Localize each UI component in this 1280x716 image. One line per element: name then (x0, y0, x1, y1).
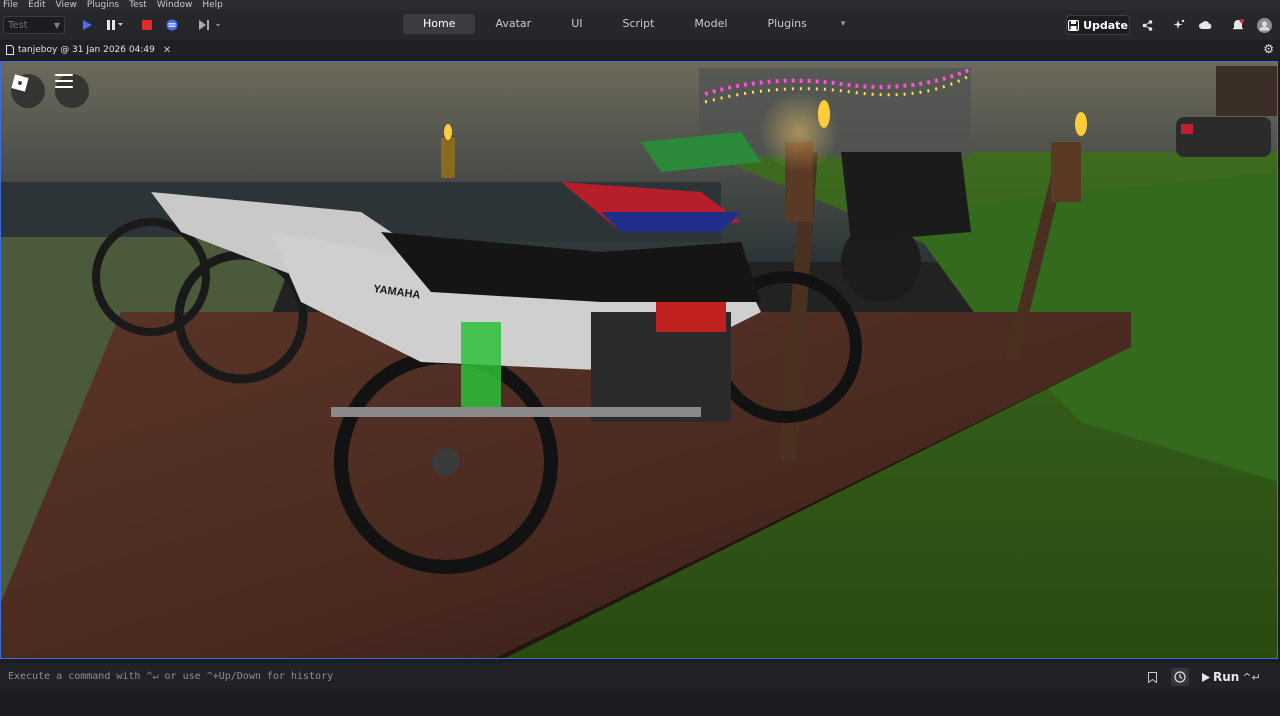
scene-render: YAMAHA (1, 62, 1277, 658)
play-button[interactable] (80, 17, 94, 33)
file-icon (6, 45, 14, 55)
command-bar: Run ^↵ (0, 663, 1280, 690)
command-input[interactable] (0, 663, 1136, 690)
tabs-more-icon[interactable]: ▾ (827, 14, 860, 34)
stop-icon (142, 20, 152, 30)
client-server-icon (166, 19, 178, 31)
history-icon (1174, 671, 1186, 683)
menu-edit[interactable]: Edit (25, 0, 52, 10)
pause-button[interactable] (104, 17, 126, 33)
cloud-icon (1198, 21, 1211, 29)
pause-icon (107, 20, 123, 30)
assistant-button[interactable] (1171, 17, 1187, 33)
menu-view[interactable]: View (53, 0, 84, 10)
stop-button[interactable] (140, 17, 154, 33)
save-icon (1068, 19, 1080, 31)
update-label: Update (1083, 18, 1128, 32)
menu-test[interactable]: Test (126, 0, 154, 10)
game-viewport[interactable]: YAMAHA (0, 61, 1278, 659)
menu-window[interactable]: Window (154, 0, 200, 10)
profile-button[interactable] (1256, 17, 1272, 33)
step-button[interactable] (198, 17, 224, 33)
tab-ui[interactable]: UI (551, 14, 602, 34)
roblox-menu-button[interactable] (11, 74, 45, 108)
document-tab[interactable]: tanjeboy @ 31 Jan 2026 04:49 ✕ (0, 42, 177, 58)
play-icon (82, 20, 92, 30)
avatar-icon (1256, 17, 1272, 33)
gear-icon[interactable]: ⚙ (1263, 42, 1274, 56)
share-icon (1142, 19, 1152, 31)
bookmark-button[interactable] (1143, 668, 1161, 686)
chevron-down-icon: ▼ (53, 21, 60, 30)
history-button[interactable] (1171, 668, 1189, 686)
bell-icon (1233, 19, 1244, 30)
test-mode-select[interactable]: Test ▼ (3, 16, 65, 34)
cloud-button[interactable] (1197, 17, 1213, 33)
roblox-logo-icon (11, 74, 29, 92)
tab-model[interactable]: Model (674, 14, 747, 34)
server-client-button[interactable] (164, 17, 180, 33)
sparkle-icon (1173, 19, 1185, 29)
menu-file[interactable]: File (0, 0, 25, 10)
document-tabs: tanjeboy @ 31 Jan 2026 04:49 ✕ ⚙ (0, 40, 1280, 60)
share-button[interactable] (1139, 17, 1155, 33)
menu-help[interactable]: Help (199, 0, 230, 10)
run-shortcut: ^↵ (1242, 670, 1261, 684)
step-forward-icon (199, 20, 220, 30)
document-tab-title: tanjeboy @ 31 Jan 2026 04:49 (18, 45, 155, 55)
notifications-button[interactable] (1230, 17, 1246, 33)
menu-plugins[interactable]: Plugins (84, 0, 126, 10)
tab-plugins[interactable]: Plugins (747, 14, 826, 34)
hamburger-icon (55, 74, 73, 88)
run-label: Run (1213, 670, 1240, 684)
tab-script[interactable]: Script (603, 14, 675, 34)
close-icon[interactable]: ✕ (163, 45, 171, 56)
play-icon (1202, 672, 1210, 682)
hamburger-menu-button[interactable] (55, 74, 89, 108)
tab-avatar[interactable]: Avatar (475, 14, 551, 34)
update-button[interactable]: Update (1066, 15, 1130, 35)
run-button[interactable]: Run ^↵ (1202, 668, 1261, 686)
ribbon-tabs: Home Avatar UI Script Model Plugins ▾ (403, 14, 859, 36)
toolbar: Test ▼ Home Avatar UI Script Model Plugi… (0, 10, 1280, 40)
status-strip (0, 690, 1280, 716)
bookmark-icon (1147, 671, 1157, 683)
tab-home[interactable]: Home (403, 14, 476, 34)
test-mode-value: Test (8, 20, 28, 31)
menu-bar: File Edit View Plugins Test Window Help (0, 0, 1280, 10)
